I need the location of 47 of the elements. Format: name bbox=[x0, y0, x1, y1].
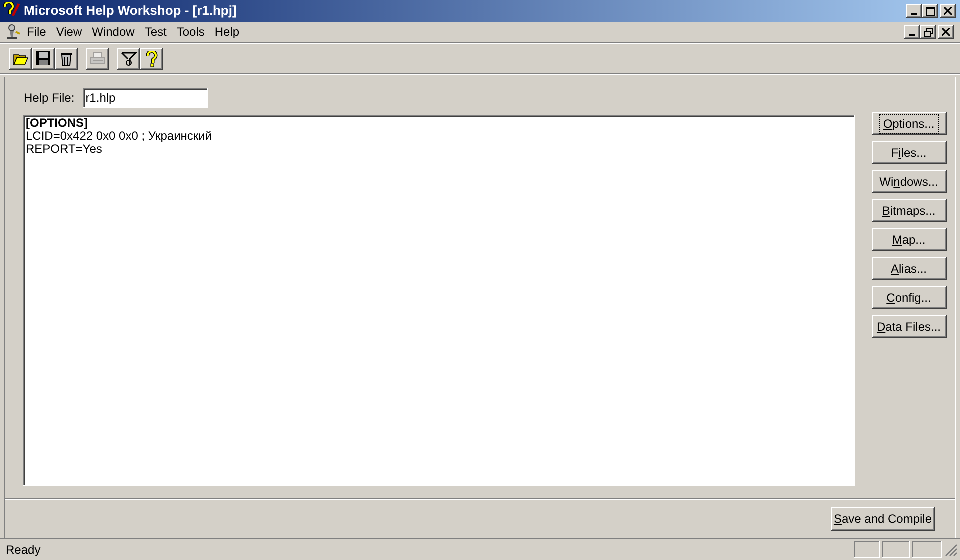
restore-icon bbox=[924, 28, 932, 36]
editor-line: REPORT=Yes bbox=[26, 143, 102, 156]
restore-button[interactable] bbox=[920, 25, 936, 39]
trash-can-icon bbox=[60, 50, 73, 66]
side-button[interactable]: Options... bbox=[872, 112, 946, 135]
help-file-label: Help File: bbox=[24, 90, 75, 107]
status-panel bbox=[854, 541, 880, 558]
menu-item[interactable]: Test bbox=[140, 23, 172, 41]
toolbar-button[interactable] bbox=[9, 48, 32, 70]
toolbar-button[interactable] bbox=[117, 48, 140, 70]
toolbar-button[interactable] bbox=[55, 48, 78, 70]
window-title: Microsoft Help Workshop - [r1.hpj] bbox=[24, 2, 238, 20]
toolbar-button[interactable] bbox=[140, 48, 163, 70]
menu-item[interactable]: File bbox=[22, 23, 52, 41]
close-button[interactable] bbox=[940, 4, 956, 18]
funnel-icon bbox=[120, 50, 136, 66]
status-text: Ready bbox=[5, 542, 42, 558]
side-button[interactable]: Files... bbox=[872, 141, 946, 164]
printer-icon bbox=[90, 52, 106, 66]
side-button[interactable]: Config... bbox=[872, 286, 946, 309]
editor-line: [OPTIONS] bbox=[26, 117, 88, 130]
menu-item[interactable]: Window bbox=[87, 23, 140, 41]
minimize-button[interactable] bbox=[906, 4, 922, 18]
save-and-compile-button[interactable]: Save and Compile bbox=[831, 507, 935, 531]
menu-item[interactable]: Tools bbox=[172, 23, 210, 41]
status-panel bbox=[882, 541, 910, 558]
help-file-field[interactable]: r1.hlp bbox=[82, 88, 208, 108]
side-button[interactable]: Map... bbox=[872, 228, 946, 251]
side-button[interactable]: Windows... bbox=[872, 170, 946, 193]
maximize-button[interactable] bbox=[922, 4, 938, 18]
project-editor[interactable]: [OPTIONS] LCID=0x422 0x0 0x0 ; Украинский REPORT=Yes bbox=[23, 115, 855, 486]
minimize-button[interactable] bbox=[904, 25, 920, 39]
question-mark-icon bbox=[146, 50, 158, 66]
toolbar-button[interactable] bbox=[32, 48, 55, 70]
close-icon bbox=[942, 28, 950, 36]
close-icon bbox=[944, 7, 952, 15]
resize-grip-icon bbox=[944, 542, 958, 556]
menu-item[interactable]: Help bbox=[210, 23, 245, 41]
close-button[interactable] bbox=[938, 25, 954, 39]
side-button[interactable]: Data Files... bbox=[872, 315, 946, 338]
side-button[interactable]: Bitmaps... bbox=[872, 199, 946, 222]
menu-item[interactable]: View bbox=[51, 23, 88, 41]
status-panel bbox=[912, 541, 942, 558]
maximize-icon bbox=[926, 6, 934, 16]
editor-line: LCID=0x422 0x0 0x0 ; Украинский bbox=[26, 130, 212, 143]
folder-icon bbox=[12, 52, 28, 66]
side-button[interactable]: Alias... bbox=[872, 257, 946, 280]
